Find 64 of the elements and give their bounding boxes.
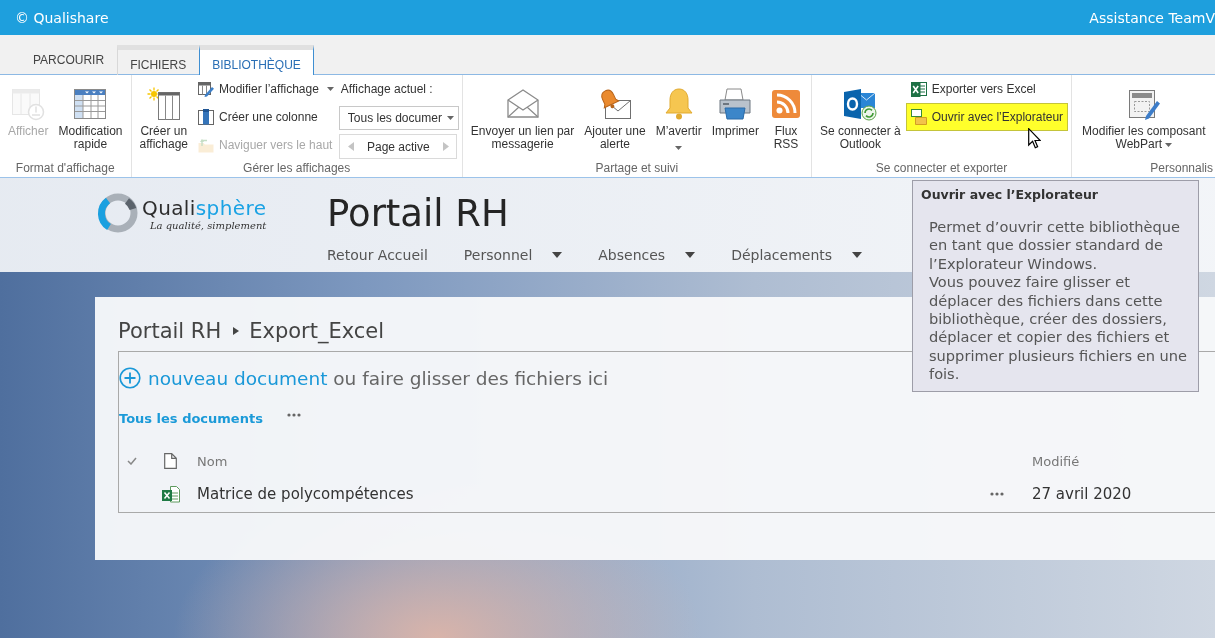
table-sparkle-icon: [146, 87, 181, 121]
rss-feed-button[interactable]: Flux RSS: [764, 75, 808, 152]
cursor-icon: [1027, 128, 1041, 149]
column-header[interactable]: Nom: [197, 453, 985, 469]
edit-webparts-button[interactable]: Modifier les composant WebPart: [1077, 75, 1211, 152]
spreadsheet-icon: [910, 81, 927, 97]
logo-tagline: La qualité, simplement: [149, 220, 267, 231]
nav-link[interactable]: Retour Accueil: [327, 244, 428, 266]
tooltip-text: Vous pouvez faire glisser et déplacer des fichiers dans cette bibliothèque, créer des dossiers, déplacer et copier des fichiers et supprimer plusieurs fichiers en une fois.: [929, 273, 1189, 384]
page-pencil-icon: [1126, 87, 1161, 121]
tooltip-text: Permet d’ouvrir cette bibliothèque en tant que dossier standard de l’Explorateur Windows.: [929, 218, 1182, 274]
brand-text: © Qualishare: [15, 9, 109, 26]
folder-arrow-icon: [198, 137, 214, 153]
print-button[interactable]: Imprimer: [706, 75, 764, 139]
site-title: Portail RH: [327, 192, 510, 236]
add-icon[interactable]: [119, 367, 141, 389]
create-view-button[interactable]: Créer un affichage: [134, 75, 193, 152]
ribbon-tab[interactable]: PARCOURIR: [20, 45, 118, 75]
page-label: Page active: [367, 139, 430, 154]
spreadsheet-file-icon: [162, 485, 180, 503]
table-icon: [11, 87, 46, 121]
group-label: Partage et suivi: [594, 161, 680, 177]
grid-icon: [73, 87, 108, 121]
mail-sync-icon: [843, 87, 878, 121]
nav-link[interactable]: Personnel: [463, 244, 563, 266]
group-label: Personnalis: [1149, 161, 1214, 177]
more-icon[interactable]: [286, 413, 301, 417]
more-icon[interactable]: [990, 492, 1004, 496]
triangle-icon: [233, 327, 240, 335]
group-label: Se connecter et exporter: [874, 161, 1009, 177]
right-arrow-icon[interactable]: [442, 142, 449, 151]
column-icon: [198, 109, 214, 125]
folder-monitor-icon: [910, 109, 927, 125]
create-column-button[interactable]: Créer une colonne: [193, 103, 339, 131]
modified-date: 27 avril 2020: [1032, 485, 1133, 503]
group-label: Gérer les affichages: [242, 161, 352, 177]
printer-icon: [718, 87, 753, 121]
tooltip-title: Ouvrir avec l’Explorateur: [921, 187, 1100, 203]
add-alert-button[interactable]: Ajouter une alerte: [579, 75, 651, 152]
ribbon-tab[interactable]: BIBLIOTHÈQUE: [199, 45, 314, 75]
quick-edit-button[interactable]: Modification rapide: [53, 75, 128, 152]
check-icon[interactable]: [127, 457, 137, 465]
envelope-icon: [505, 87, 540, 121]
logo-wordmark: Qualisphère: [142, 196, 267, 220]
alert-me-button[interactable]: M’avertir: [650, 75, 707, 151]
caret-icon: [446, 116, 454, 120]
connect-outlook-button[interactable]: Se connecter à Outlook: [815, 75, 906, 152]
current-view-label: Affichage actuel :: [339, 81, 434, 98]
nav-link[interactable]: Déplacements: [731, 244, 863, 266]
page-title: Export_Excel: [249, 318, 385, 345]
table-pencil-icon: [198, 81, 214, 97]
column-header[interactable]: Modifié: [1032, 453, 1215, 469]
rss-icon: [769, 87, 803, 121]
email-link-button[interactable]: Envoyer un lien par messagerie: [465, 75, 580, 152]
export-excel-button[interactable]: Exporter vers Excel: [905, 75, 1069, 103]
breadcrumb-link[interactable]: Portail RH: [118, 317, 222, 345]
file-name-link[interactable]: Matrice de polycompétences: [197, 485, 985, 503]
document-icon: [164, 453, 177, 469]
nav-link[interactable]: Absences: [598, 244, 696, 266]
modify-view-button[interactable]: Modifier l’affichage: [193, 75, 339, 103]
view-select[interactable]: Tous les documer: [338, 106, 459, 130]
left-arrow-icon[interactable]: [347, 142, 354, 151]
group-label: Format d'affichage: [14, 161, 116, 177]
upload-prompt: nouveau document ou faire glisser des fichiers ici: [148, 367, 609, 389]
